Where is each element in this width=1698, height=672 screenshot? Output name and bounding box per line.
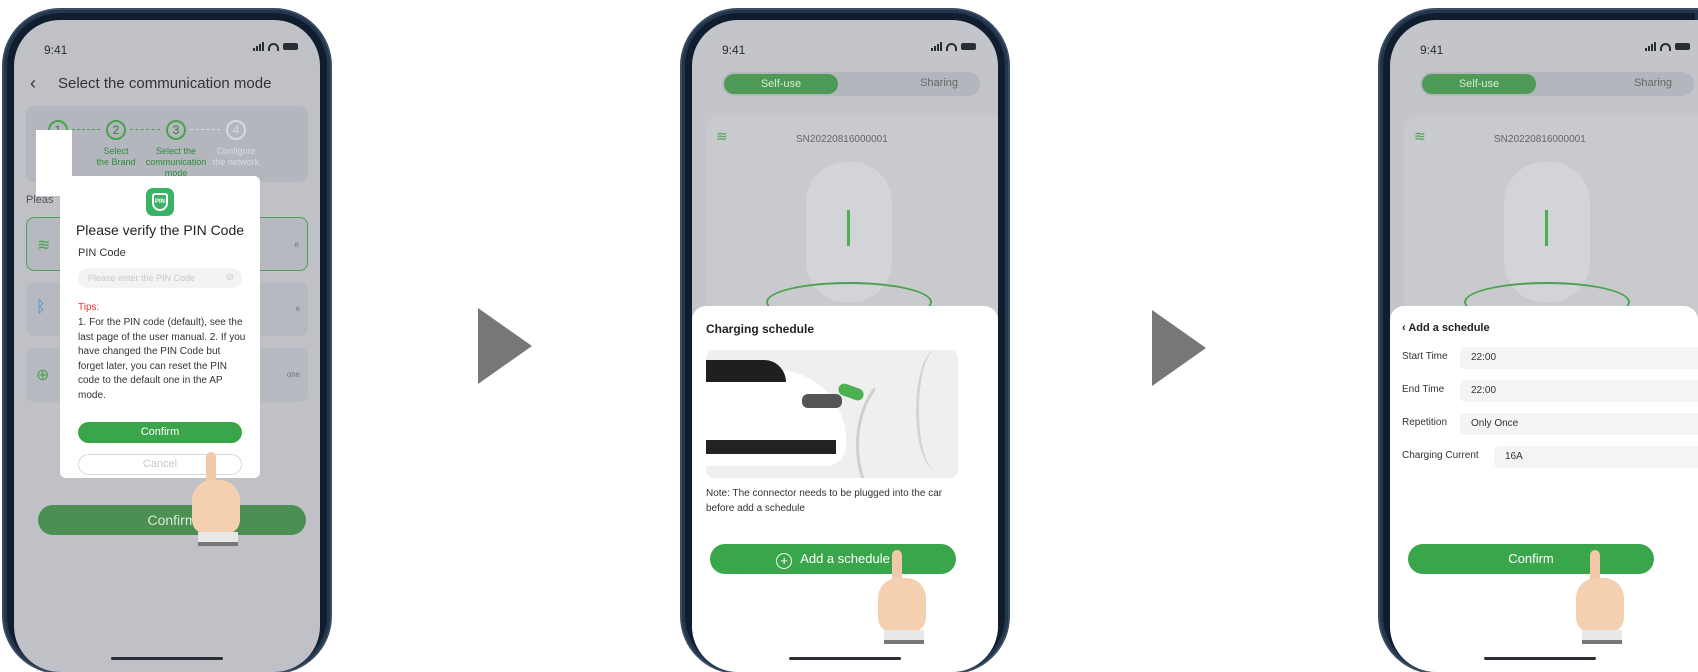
battery-icon [1675, 43, 1690, 50]
status-icons [931, 42, 976, 51]
screen-communication-mode: 9:41 ‹ Select the communication mode 1 2… [14, 20, 320, 672]
wifi-icon: ≋ [37, 237, 51, 254]
add-schedule-sheet: ‹ Add a schedule Start Time 22:00 End Ti… [1390, 306, 1698, 672]
tap-hand-icon [192, 452, 248, 552]
mode-option-text: e [295, 304, 300, 313]
dialog-confirm-button[interactable]: Confirm [78, 422, 242, 443]
next-step-arrow-icon [1152, 310, 1206, 386]
plug-icon: ⊕ [36, 367, 50, 384]
tab-self-use[interactable]: Self-use [1422, 74, 1536, 94]
bluetooth-icon: ᛒ [36, 299, 46, 316]
plus-circle-icon: + [776, 553, 793, 569]
start-time-row[interactable]: Start Time 22:00 [1402, 347, 1698, 369]
battery-icon [283, 43, 298, 50]
eye-hidden-icon[interactable]: ⊘ [226, 268, 234, 288]
charger-card: ≋ SN20220816000001 [1404, 116, 1698, 326]
serial-number: SN20220816000001 [796, 134, 888, 145]
tutorial-stage: 9:41 ‹ Select the communication mode 1 2… [0, 0, 1698, 672]
page-title: Select the communication mode [58, 75, 272, 92]
schedule-note: Note: The connector needs to be plugged … [706, 488, 943, 514]
dialog-title: Please verify the PIN Code [75, 222, 245, 238]
charger-card: ≋ SN20220816000001 [706, 116, 998, 326]
status-time: 9:41 [44, 43, 68, 57]
mode-option-text: e [294, 240, 299, 249]
usage-segmented-control: Self-use Sharing [722, 72, 980, 96]
pin-field-label: PIN Code [78, 247, 126, 259]
phone-frame-2: 9:41 Self-use Sharing ≋ SN20220816000001… [682, 10, 1008, 672]
sheet-title: Charging schedule [706, 322, 815, 336]
step-connector [190, 129, 220, 130]
back-arrow-icon[interactable]: ‹ [30, 73, 36, 94]
status-time: 9:41 [1420, 43, 1444, 57]
add-schedule-label: Add a schedule [800, 551, 890, 566]
pin-input-placeholder: Please enter the PIN Code [88, 273, 196, 283]
next-step-arrow-icon [478, 308, 532, 384]
step-connector [72, 129, 100, 130]
repetition-value[interactable]: Only Once [1460, 413, 1698, 435]
screen-charging-schedule: 9:41 Self-use Sharing ≋ SN20220816000001… [692, 20, 998, 672]
end-time-label: End Time [1402, 384, 1445, 395]
signal-icon [253, 42, 264, 51]
wifi-icon: ≋ [1414, 128, 1426, 144]
status-icons [253, 42, 298, 51]
page-header: ‹ Select the communication mode [14, 72, 320, 98]
tap-hand-icon [878, 550, 934, 650]
tab-sharing[interactable]: Sharing [1634, 77, 1672, 89]
start-time-value[interactable]: 22:00 [1460, 347, 1698, 369]
tips-heading: Tips: [78, 302, 100, 313]
pin-app-logo: PIN [146, 188, 174, 216]
wifi-status-icon [946, 42, 957, 51]
tips-body: 1. For the PIN code (default), see the l… [78, 317, 246, 401]
signal-icon [1645, 42, 1656, 51]
battery-icon [961, 43, 976, 50]
confirm-button[interactable]: Confirm [38, 505, 306, 535]
charger-illustration [766, 162, 932, 322]
charging-current-row[interactable]: Charging Current 16A [1402, 446, 1698, 468]
signal-icon [931, 42, 942, 51]
end-time-row[interactable]: End Time 22:00 [1402, 380, 1698, 402]
back-button[interactable]: ‹ Add a schedule [1402, 322, 1490, 334]
repetition-row[interactable]: Repetition Only Once [1402, 413, 1698, 435]
status-bar: 9:41 [692, 20, 998, 64]
home-indicator [789, 657, 901, 660]
home-indicator [1484, 657, 1596, 660]
home-indicator [111, 657, 223, 660]
shield-icon: PIN [152, 193, 168, 211]
status-time: 9:41 [722, 43, 746, 57]
status-bar: 9:41 [14, 20, 320, 64]
tap-hand-icon [1576, 550, 1632, 650]
wifi-status-icon [268, 42, 279, 51]
step-4-label-line: the network [212, 157, 260, 167]
step-3-dot: 3 [166, 120, 186, 140]
start-time-label: Start Time [1402, 351, 1448, 362]
tab-sharing[interactable]: Sharing [920, 77, 958, 89]
step-4-dot: 4 [226, 120, 246, 140]
usage-segmented-control: Self-use Sharing [1420, 72, 1694, 96]
status-bar: 9:41 [1390, 20, 1698, 64]
car-charging-illustration [706, 350, 958, 478]
pin-verify-dialog: PIN Please verify the PIN Code PIN Code … [60, 176, 260, 478]
wifi-icon: ≋ [716, 128, 728, 144]
screen-add-schedule: 9:41 Self-use Sharing ≋ SN20220816000001… [1390, 20, 1698, 672]
pin-input[interactable]: Please enter the PIN Code ⊘ [78, 268, 242, 288]
step-4-label-line: Configure [216, 146, 256, 156]
serial-number: SN20220816000001 [1494, 134, 1586, 145]
charging-schedule-sheet: Charging schedule Note: The connector ne… [692, 306, 998, 672]
repetition-label: Repetition [1402, 417, 1448, 428]
charger-illustration [1464, 162, 1630, 322]
sheet-title: Add a schedule [1408, 322, 1490, 334]
charging-current-label: Charging Current [1402, 450, 1479, 461]
tab-self-use[interactable]: Self-use [724, 74, 838, 94]
wifi-status-icon [1660, 42, 1671, 51]
phone-frame-1: 9:41 ‹ Select the communication mode 1 2… [4, 10, 330, 672]
step-4-label: Configure the network [201, 146, 271, 168]
step-2-dot: 2 [106, 120, 126, 140]
phone-frame-3: 9:41 Self-use Sharing ≋ SN20220816000001… [1380, 10, 1698, 672]
status-icons [1645, 42, 1690, 51]
step-connector [130, 129, 160, 130]
end-time-value[interactable]: 22:00 [1460, 380, 1698, 402]
charging-current-value[interactable]: 16A [1494, 446, 1698, 468]
mode-option-text: one [286, 370, 300, 379]
